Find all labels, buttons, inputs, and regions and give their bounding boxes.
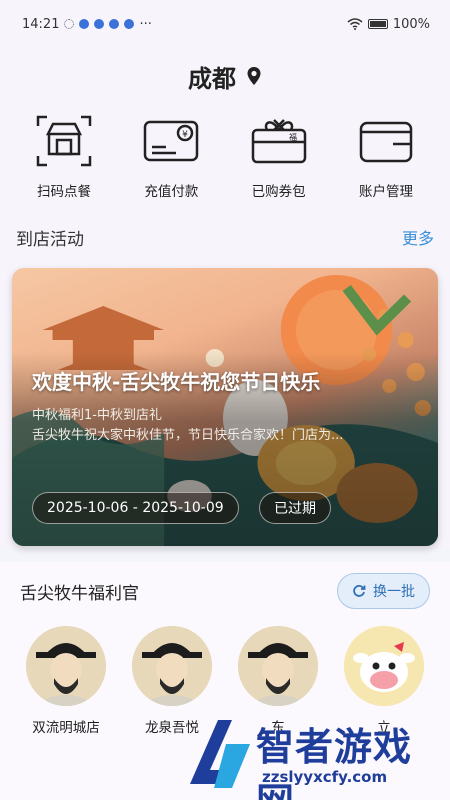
refresh-button[interactable]: 换一批 [337,573,430,609]
welfare-header: 舌尖牧牛福利官 换一批 [0,562,450,620]
store-item[interactable]: 双流明城店 [18,626,114,736]
quick-action-label: 充值付款 [144,184,199,200]
section-title: 到店活动 [16,229,84,250]
battery-level: 100% [392,16,430,32]
store-name: 双流明城店 [32,720,100,736]
banner-subtitle: 中秋福利1-中秋到店礼 [32,408,162,423]
scan-order-icon [36,115,92,167]
status-time: 14:21 [22,16,60,32]
official-portrait-icon [238,626,318,706]
quick-actions: 扫码点餐 ¥ 充值付款 福 已购券包 账户管理 [0,104,450,212]
quick-action-coupons[interactable]: 福 已购券包 [229,114,329,212]
notification-icon [109,19,120,29]
notification-icon [94,19,105,29]
official-portrait-icon [132,626,212,706]
watermark-logo-icon [190,720,250,788]
section-title: 舌尖牧牛福利官 [20,583,139,604]
cow-mascot-icon [344,626,424,706]
quick-action-label: 扫码点餐 [37,184,91,200]
quick-action-scan-order[interactable]: 扫码点餐 [14,114,114,212]
store-avatar [132,626,212,706]
store-avatar [26,626,106,706]
refresh-label: 换一批 [373,584,415,600]
banner-title: 欢度中秋-舌尖牧牛祝您节日快乐 [32,370,321,394]
battery-icon [367,19,388,29]
status-bar: 14:21 ··· 100% [0,0,450,48]
wifi-icon [347,18,363,30]
svg-text:¥: ¥ [182,130,188,140]
banner-wrap: 欢度中秋-舌尖牧牛祝您节日快乐 中秋福利1-中秋到店礼 舌尖牧牛祝大家中秋佳节，… [0,262,450,548]
watermark: 智者游戏网 zzslyyxcfy.com [180,710,450,800]
wallet-icon [359,121,413,163]
loading-icon [64,19,75,29]
watermark-url: zzslyyxcfy.com [262,768,388,786]
refresh-icon [353,585,366,597]
city-name[interactable]: 成都 [188,59,236,94]
card-pay-icon: ¥ [144,120,199,162]
notification-icon [79,19,90,29]
status-left: 14:21 ··· [22,17,152,32]
watermark-text: 智者游戏网 [256,725,413,800]
official-portrait-icon [26,626,106,706]
more-link[interactable]: 更多 [402,225,434,249]
activities-header: 到店活动 更多 [0,212,450,262]
quick-action-label: 已购券包 [251,184,306,200]
location-pin-icon[interactable] [246,66,262,86]
banner-description: 舌尖牧牛祝大家中秋佳节，节日快乐合家欢！门店为... [32,428,344,443]
notification-icon [124,19,135,29]
banner-date-range: 2025-10-06 - 2025-10-09 [32,492,239,524]
quick-action-label: 账户管理 [358,184,413,200]
store-avatar [238,626,318,706]
more-notifications-icon: ··· [139,16,152,32]
svg-text:福: 福 [289,133,297,142]
header[interactable]: 成都 [0,48,450,104]
store-avatar [344,626,424,706]
status-right: 100% [347,17,430,32]
banner-status-badge: 已过期 [259,492,331,524]
quick-action-recharge[interactable]: ¥ 充值付款 [121,114,221,212]
quick-action-account[interactable]: 账户管理 [336,114,436,212]
gift-coupon-icon: 福 [251,119,306,164]
activity-banner[interactable]: 欢度中秋-舌尖牧牛祝您节日快乐 中秋福利1-中秋到店礼 舌尖牧牛祝大家中秋佳节，… [12,268,438,546]
